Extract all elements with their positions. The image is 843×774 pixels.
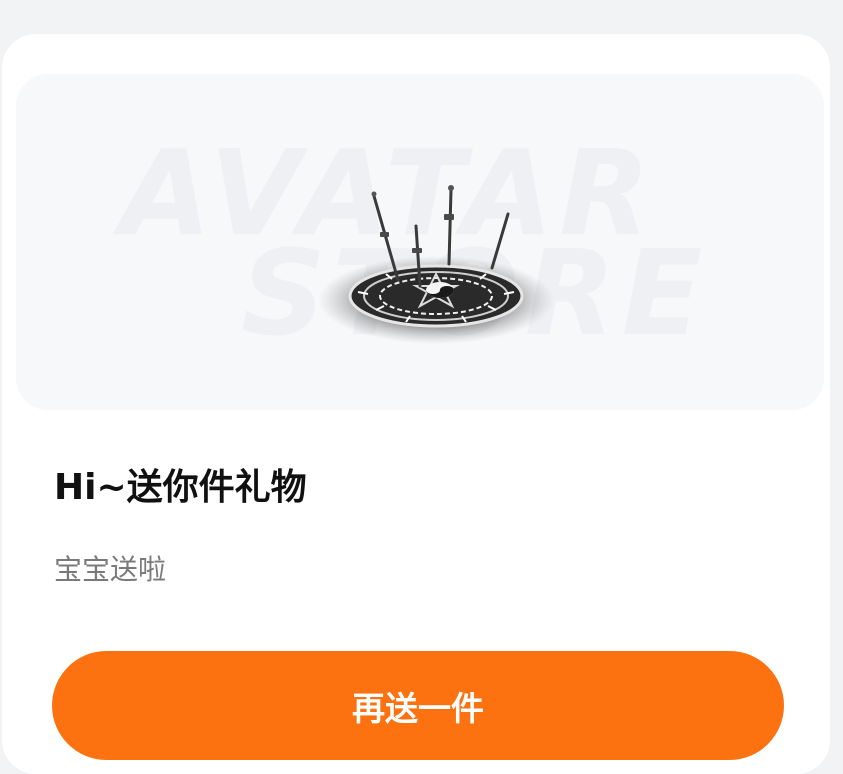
gift-hero-image: AVATAR STORE	[16, 74, 824, 410]
gift-title: Hi~送你件礼物	[54, 467, 307, 508]
send-again-button[interactable]: 再送一件	[52, 651, 784, 760]
gift-card: AVATAR STORE	[2, 34, 830, 774]
magic-circle-icon	[318, 185, 554, 344]
gift-subtitle: 宝宝送啦	[54, 553, 167, 586]
